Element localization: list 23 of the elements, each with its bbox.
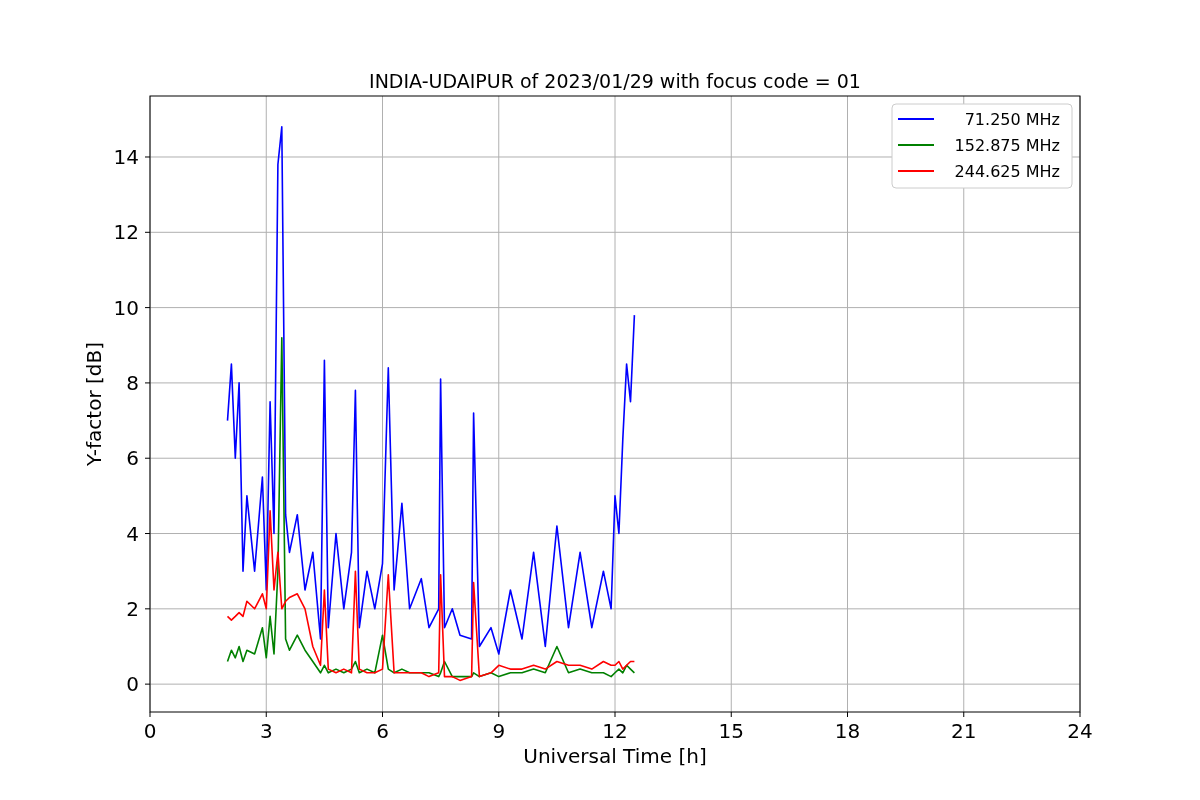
tick-label: 0 [126, 672, 139, 697]
tick-label: 9 [492, 719, 506, 743]
tick-label: 6 [126, 446, 139, 471]
legend-label: 71.250 MHz [964, 110, 1060, 129]
tick-label: 18 [834, 719, 861, 743]
tick-label: 2 [126, 596, 139, 621]
tick-label: 3 [259, 719, 273, 743]
tick-label: 12 [113, 220, 139, 245]
legend-label: 244.625 MHz [954, 162, 1060, 181]
tick-label: 10 [113, 295, 139, 320]
tick-label: 4 [126, 521, 139, 546]
legend-label: 152.875 MHz [954, 136, 1060, 155]
tick-label: 0 [143, 719, 157, 743]
tick-label: 24 [1067, 719, 1093, 743]
tick-label: 8 [126, 370, 139, 395]
tick-label: 21 [951, 719, 977, 743]
tick-label: 12 [602, 719, 628, 743]
y-axis-label: Y-factor [dB] [82, 342, 106, 466]
x-axis-label: Universal Time [h] [523, 744, 707, 768]
chart-title: INDIA-UDAIPUR of 2023/01/29 with focus code = 01 [369, 70, 861, 92]
tick-label: 6 [376, 719, 389, 743]
tick-label: 15 [718, 719, 744, 743]
tick-label: 14 [113, 145, 139, 169]
